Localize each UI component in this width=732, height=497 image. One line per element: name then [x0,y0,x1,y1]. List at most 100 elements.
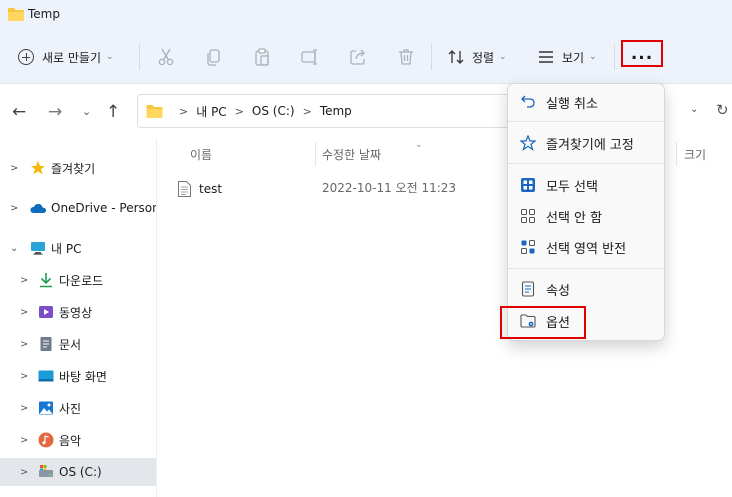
view-label: 보기 [562,50,585,65]
view-button[interactable]: 보기 ⌄ [537,42,597,72]
menu-item-label: 즐겨찾기에 고정 [546,137,634,153]
sidebar-item-label: 동영상 [59,305,93,320]
column-header-size[interactable]: 크기 [684,146,706,163]
sidebar-item-pictures[interactable]: > 사진 [0,394,156,422]
select-none-icon [521,209,535,223]
expand-chevron-icon[interactable]: > [20,339,28,350]
sidebar-item-label: 음악 [59,433,82,448]
sort-caret-icon: ⌄ [415,140,423,150]
undo-icon [521,95,535,108]
folder-icon [8,8,24,21]
expand-chevron-icon[interactable]: > [10,203,18,214]
menu-item-label: 선택 안 함 [546,210,603,226]
view-list-icon [539,51,553,63]
file-row[interactable]: test [178,178,222,200]
rename-icon[interactable] [300,47,320,67]
file-name: test [199,182,223,196]
breadcrumb-this-pc[interactable]: 내 PC [196,103,226,120]
star-outline-icon [520,135,536,151]
plus-icon [18,49,34,65]
toolbar-divider [614,44,615,70]
chevron-right-icon[interactable]: > [235,105,244,118]
select-all-icon [521,178,535,192]
menu-item-properties[interactable]: 속성 [512,274,660,304]
text-file-icon [178,181,191,197]
file-date-modified: 2022-10-11 오전 11:23 [322,181,457,195]
sidebar-item-label: 사진 [59,401,82,416]
sidebar-item-desktop[interactable]: > 바탕 화면 [0,362,156,390]
chevron-right-icon[interactable]: > [179,105,188,118]
expand-chevron-icon[interactable]: > [20,403,28,414]
share-icon[interactable] [348,47,368,67]
menu-item-select-none[interactable]: 선택 안 함 [512,201,660,231]
collapse-chevron-icon[interactable]: ⌄ [10,243,18,254]
expand-chevron-icon[interactable]: > [20,371,28,382]
sidebar-item-label: 바탕 화면 [59,369,107,384]
toolbar-divider [431,44,432,70]
menu-item-label: 모두 선택 [546,179,598,195]
sort-icon [448,50,464,64]
expand-chevron-icon[interactable]: > [20,275,28,286]
expand-chevron-icon[interactable]: > [20,467,28,478]
sidebar-item-documents[interactable]: > 문서 [0,330,156,358]
chevron-right-icon[interactable]: > [303,105,312,118]
paste-icon[interactable] [252,47,272,67]
see-more-menu: 실행 취소 즐겨찾기에 고정 모두 선택 선택 안 함 선택 영역 반전 속성 … [507,83,665,341]
cut-icon[interactable] [156,47,176,67]
title-bar: Temp [0,0,732,30]
sort-button[interactable]: 정렬 ⌄ [447,42,507,72]
address-dropdown-icon[interactable]: ⌄ [690,104,698,115]
video-icon [39,306,53,318]
sidebar-item-label: 다운로드 [59,273,104,288]
refresh-icon[interactable]: ↻ [716,101,729,119]
new-button[interactable]: 새로 만들기 ⌄ [18,42,114,72]
toolbar-divider [139,44,140,70]
menu-item-undo[interactable]: 실행 취소 [512,87,660,117]
cloud-icon [30,203,46,213]
column-divider[interactable] [315,142,316,166]
star-icon [31,161,45,175]
up-arrow-icon[interactable]: ↑ [106,102,120,122]
menu-item-select-all[interactable]: 모두 선택 [512,170,660,200]
menu-divider [508,121,664,122]
picture-icon [39,401,53,415]
menu-item-invert-selection[interactable]: 선택 영역 반전 [512,232,660,262]
desktop-icon [38,370,54,382]
sidebar-item-os-drive[interactable]: > OS (C:) [0,458,156,486]
more-label: ... [630,43,654,64]
sidebar-item-music[interactable]: > 음악 [0,426,156,454]
expand-chevron-icon[interactable]: > [10,163,18,174]
sidebar-item-label: 즐겨찾기 [51,161,96,176]
recent-locations-chevron-icon[interactable]: ⌄ [82,105,91,118]
music-icon [38,432,54,448]
sort-label: 정렬 [472,50,495,65]
chevron-down-icon: ⌄ [499,52,507,62]
sidebar-item-onedrive[interactable]: > OneDrive - Persona [0,194,156,222]
menu-item-label: 선택 영역 반전 [546,241,627,257]
breadcrumb-drive[interactable]: OS (C:) [252,104,295,118]
expand-chevron-icon[interactable]: > [20,435,28,446]
sidebar-item-favorites[interactable]: > 즐겨찾기 [0,154,156,182]
options-highlight [500,306,586,339]
column-divider[interactable] [676,142,677,166]
menu-item-pin-to-favorites[interactable]: 즐겨찾기에 고정 [512,128,660,158]
copy-icon[interactable] [204,47,224,67]
sidebar-item-downloads[interactable]: > 다운로드 [0,266,156,294]
column-header-name[interactable]: 이름 [190,146,212,163]
download-icon [40,273,52,288]
back-arrow-icon[interactable]: ← [12,102,26,122]
see-more-button[interactable]: ... [621,40,663,67]
sidebar-item-videos[interactable]: > 동영상 [0,298,156,326]
new-label: 새로 만들기 [42,50,102,65]
sidebar-item-label: 내 PC [51,241,82,256]
column-header-date-modified[interactable]: 수정한 날짜 [322,146,381,163]
menu-item-label: 속성 [546,283,570,299]
sidebar-item-this-pc[interactable]: ⌄ 내 PC [0,234,156,262]
expand-chevron-icon[interactable]: > [20,307,28,318]
forward-arrow-icon[interactable]: → [48,102,62,122]
delete-icon[interactable] [396,47,416,67]
chevron-down-icon: ⌄ [106,52,114,62]
sidebar-item-label: 문서 [59,337,82,352]
pc-icon [31,242,45,255]
breadcrumb-temp[interactable]: Temp [320,104,352,118]
